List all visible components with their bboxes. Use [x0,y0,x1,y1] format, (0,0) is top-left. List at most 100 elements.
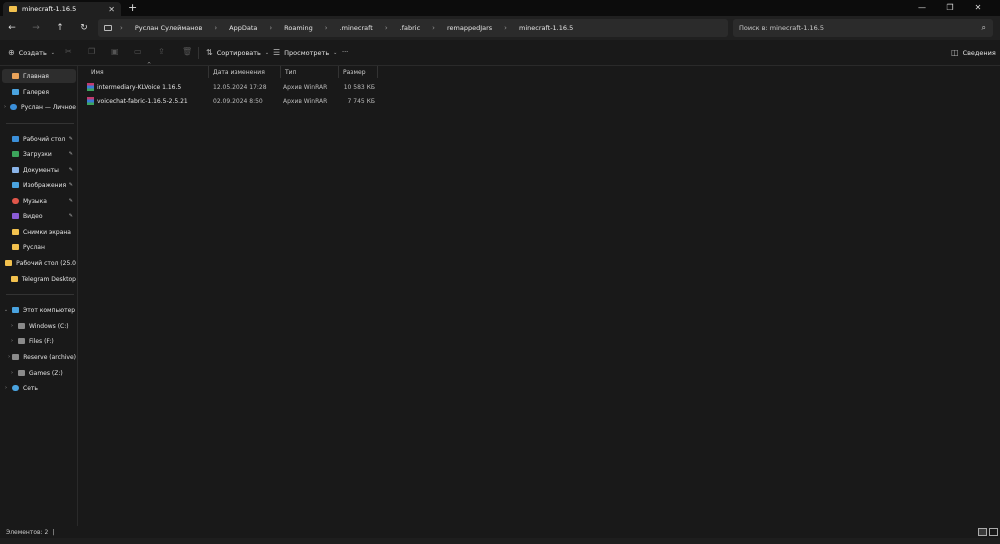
chevron-right-icon[interactable]: › [2,385,10,391]
chevron-right-icon[interactable]: › [2,104,8,110]
sidebar-item-label: Главная [23,72,49,80]
chevron-right-icon: › [120,24,123,32]
sidebar-item-label: Games (Z:) [29,369,63,377]
title-bar: minecraft-1.16.5 ✕ + — ❐ ✕ [0,0,1000,16]
item-count: Элементов: 2 [6,528,49,536]
create-button[interactable]: ⊕ Создать ⌄ [8,48,59,57]
pin-icon: ✎ [68,198,73,204]
delete-icon[interactable]: 🗑 [182,47,192,56]
file-size: 10 583 КБ [343,84,375,91]
breadcrumb-minecraft[interactable]: .minecraft [340,24,373,32]
sidebar-item-label: Рабочий стол [23,135,66,143]
sidebar-item-drive-c[interactable]: › Windows (C:) [8,319,76,333]
column-header-date[interactable]: Дата изменения [209,66,281,78]
sidebar-item-label: Видео [23,212,43,220]
cloud-icon [10,104,18,110]
sidebar-item-telegram[interactable]: Telegram Desktop [2,272,76,286]
new-tab-button[interactable]: + [128,1,137,14]
pictures-icon [12,182,19,188]
sort-button[interactable]: ⇅ Сортировать ⌄ [206,48,273,57]
maximize-button[interactable]: ❐ [936,0,964,14]
sidebar-item-documents[interactable]: Документы ✎ [2,163,76,177]
cut-icon[interactable]: ✂ [65,47,72,56]
breadcrumb-appdata[interactable]: AppData [229,24,257,32]
chevron-right-icon: › [324,24,328,32]
address-bar[interactable]: › Руслан Сулейманов › AppData › Roaming … [98,19,728,37]
chevron-right-icon[interactable]: › [8,354,10,360]
create-label: Создать [18,48,47,57]
minimize-button[interactable]: — [908,0,936,14]
chevron-right-icon: › [214,24,218,32]
back-button[interactable]: ← [0,23,24,33]
sidebar-item-desktop[interactable]: Рабочий стол ✎ [2,132,76,146]
sidebar-item-home[interactable]: Главная [2,69,76,83]
folder-icon [5,260,13,266]
file-type: Архив WinRAR [283,98,328,105]
sidebar-item-ruslan[interactable]: Руслан [2,240,76,254]
search-icon: ⌕ [981,23,986,32]
status-bar: Элементов: 2 | [0,526,1000,538]
folder-icon [12,229,19,235]
breadcrumb-fabric[interactable]: .fabric [400,24,421,32]
chevron-down-icon[interactable]: ⌄ [2,307,10,313]
sidebar-item-music[interactable]: Музыка ✎ [2,194,76,208]
pin-icon: ✎ [68,136,73,142]
copy-icon[interactable]: ❐ [88,47,95,56]
chevron-right-icon: › [384,24,388,32]
sidebar-item-drive-f[interactable]: › Files (F:) [8,334,76,348]
breadcrumb-roaming[interactable]: Roaming [284,24,313,32]
close-button[interactable]: ✕ [964,0,992,14]
refresh-button[interactable]: ↻ [72,23,96,33]
share-icon[interactable]: ⇪ [158,47,165,56]
sidebar-item-onedrive[interactable]: › Руслан — Личное [2,100,76,114]
video-icon [12,213,19,219]
sidebar-item-label: Reserve (archive) [23,353,76,361]
sidebar-item-label: Сеть [23,384,38,392]
tab-close-icon[interactable]: ✕ [108,5,115,14]
breadcrumb-user[interactable]: Руслан Сулейманов [135,24,203,32]
sidebar-item-network[interactable]: › Сеть [2,381,76,395]
sidebar-item-this-pc[interactable]: ⌄ Этот компьютер [2,303,76,317]
sidebar-item-gallery[interactable]: Галерея [2,85,76,99]
rename-icon[interactable]: ▭ [134,47,142,56]
sidebar-item-desktop-backup[interactable]: Рабочий стол (25.0 [2,256,76,270]
winrar-archive-icon [87,97,94,105]
file-date: 02.09.2024 8:50 [213,98,263,105]
column-header-type[interactable]: Тип [281,66,339,78]
sidebar-item-label: Документы [23,166,59,174]
details-button[interactable]: ◫ Сведения [951,48,996,57]
sidebar-item-drive-z[interactable]: › Games (Z:) [8,366,76,380]
column-header-name[interactable]: Имя [87,66,209,78]
file-date: 12.05.2024 17:28 [213,84,267,91]
breadcrumb-remappedjars[interactable]: remappedJars [447,24,492,32]
view-button[interactable]: ☰ Просмотреть ⌄ [273,48,341,57]
chevron-down-icon: ⌄ [264,49,270,56]
more-button[interactable]: ··· [342,48,348,56]
paste-icon[interactable]: ▣ [111,47,119,56]
download-icon [12,151,19,157]
forward-button[interactable]: → [24,23,48,33]
chevron-right-icon: › [269,24,273,32]
breadcrumb-current[interactable]: minecraft-1.16.5 [519,24,573,32]
sidebar-item-drive-reserve[interactable]: › Reserve (archive) [8,350,76,364]
search-input[interactable]: Поиск в: minecraft-1.16.5 ⌕ [733,19,993,37]
file-row[interactable]: voicechat-fabric-1.16.5-2.5.21 02.09.202… [85,95,385,109]
pin-icon: ✎ [68,213,73,219]
details-view-icon[interactable] [978,528,987,536]
chevron-right-icon[interactable]: › [8,338,16,344]
file-row[interactable]: intermediary-KLVoice 1.16.5 12.05.2024 1… [85,81,385,95]
toolbar-divider [198,47,199,59]
sidebar-item-label: Руслан [23,243,45,251]
sidebar-item-screenshots[interactable]: Снимки экрана [2,225,76,239]
up-button[interactable]: ↑ [48,23,72,33]
tiles-view-icon[interactable] [989,528,998,536]
sidebar-item-pictures[interactable]: Изображения ✎ [2,178,76,192]
chevron-right-icon[interactable]: › [8,323,16,329]
sidebar-item-downloads[interactable]: Загрузки ✎ [2,147,76,161]
sidebar-item-label: Загрузки [23,150,52,158]
chevron-right-icon[interactable]: › [8,370,16,376]
sidebar-divider [6,123,74,124]
sidebar-item-videos[interactable]: Видео ✎ [2,209,76,223]
column-header-size[interactable]: Размер [339,66,378,78]
tab-active[interactable]: minecraft-1.16.5 ✕ [3,2,121,16]
